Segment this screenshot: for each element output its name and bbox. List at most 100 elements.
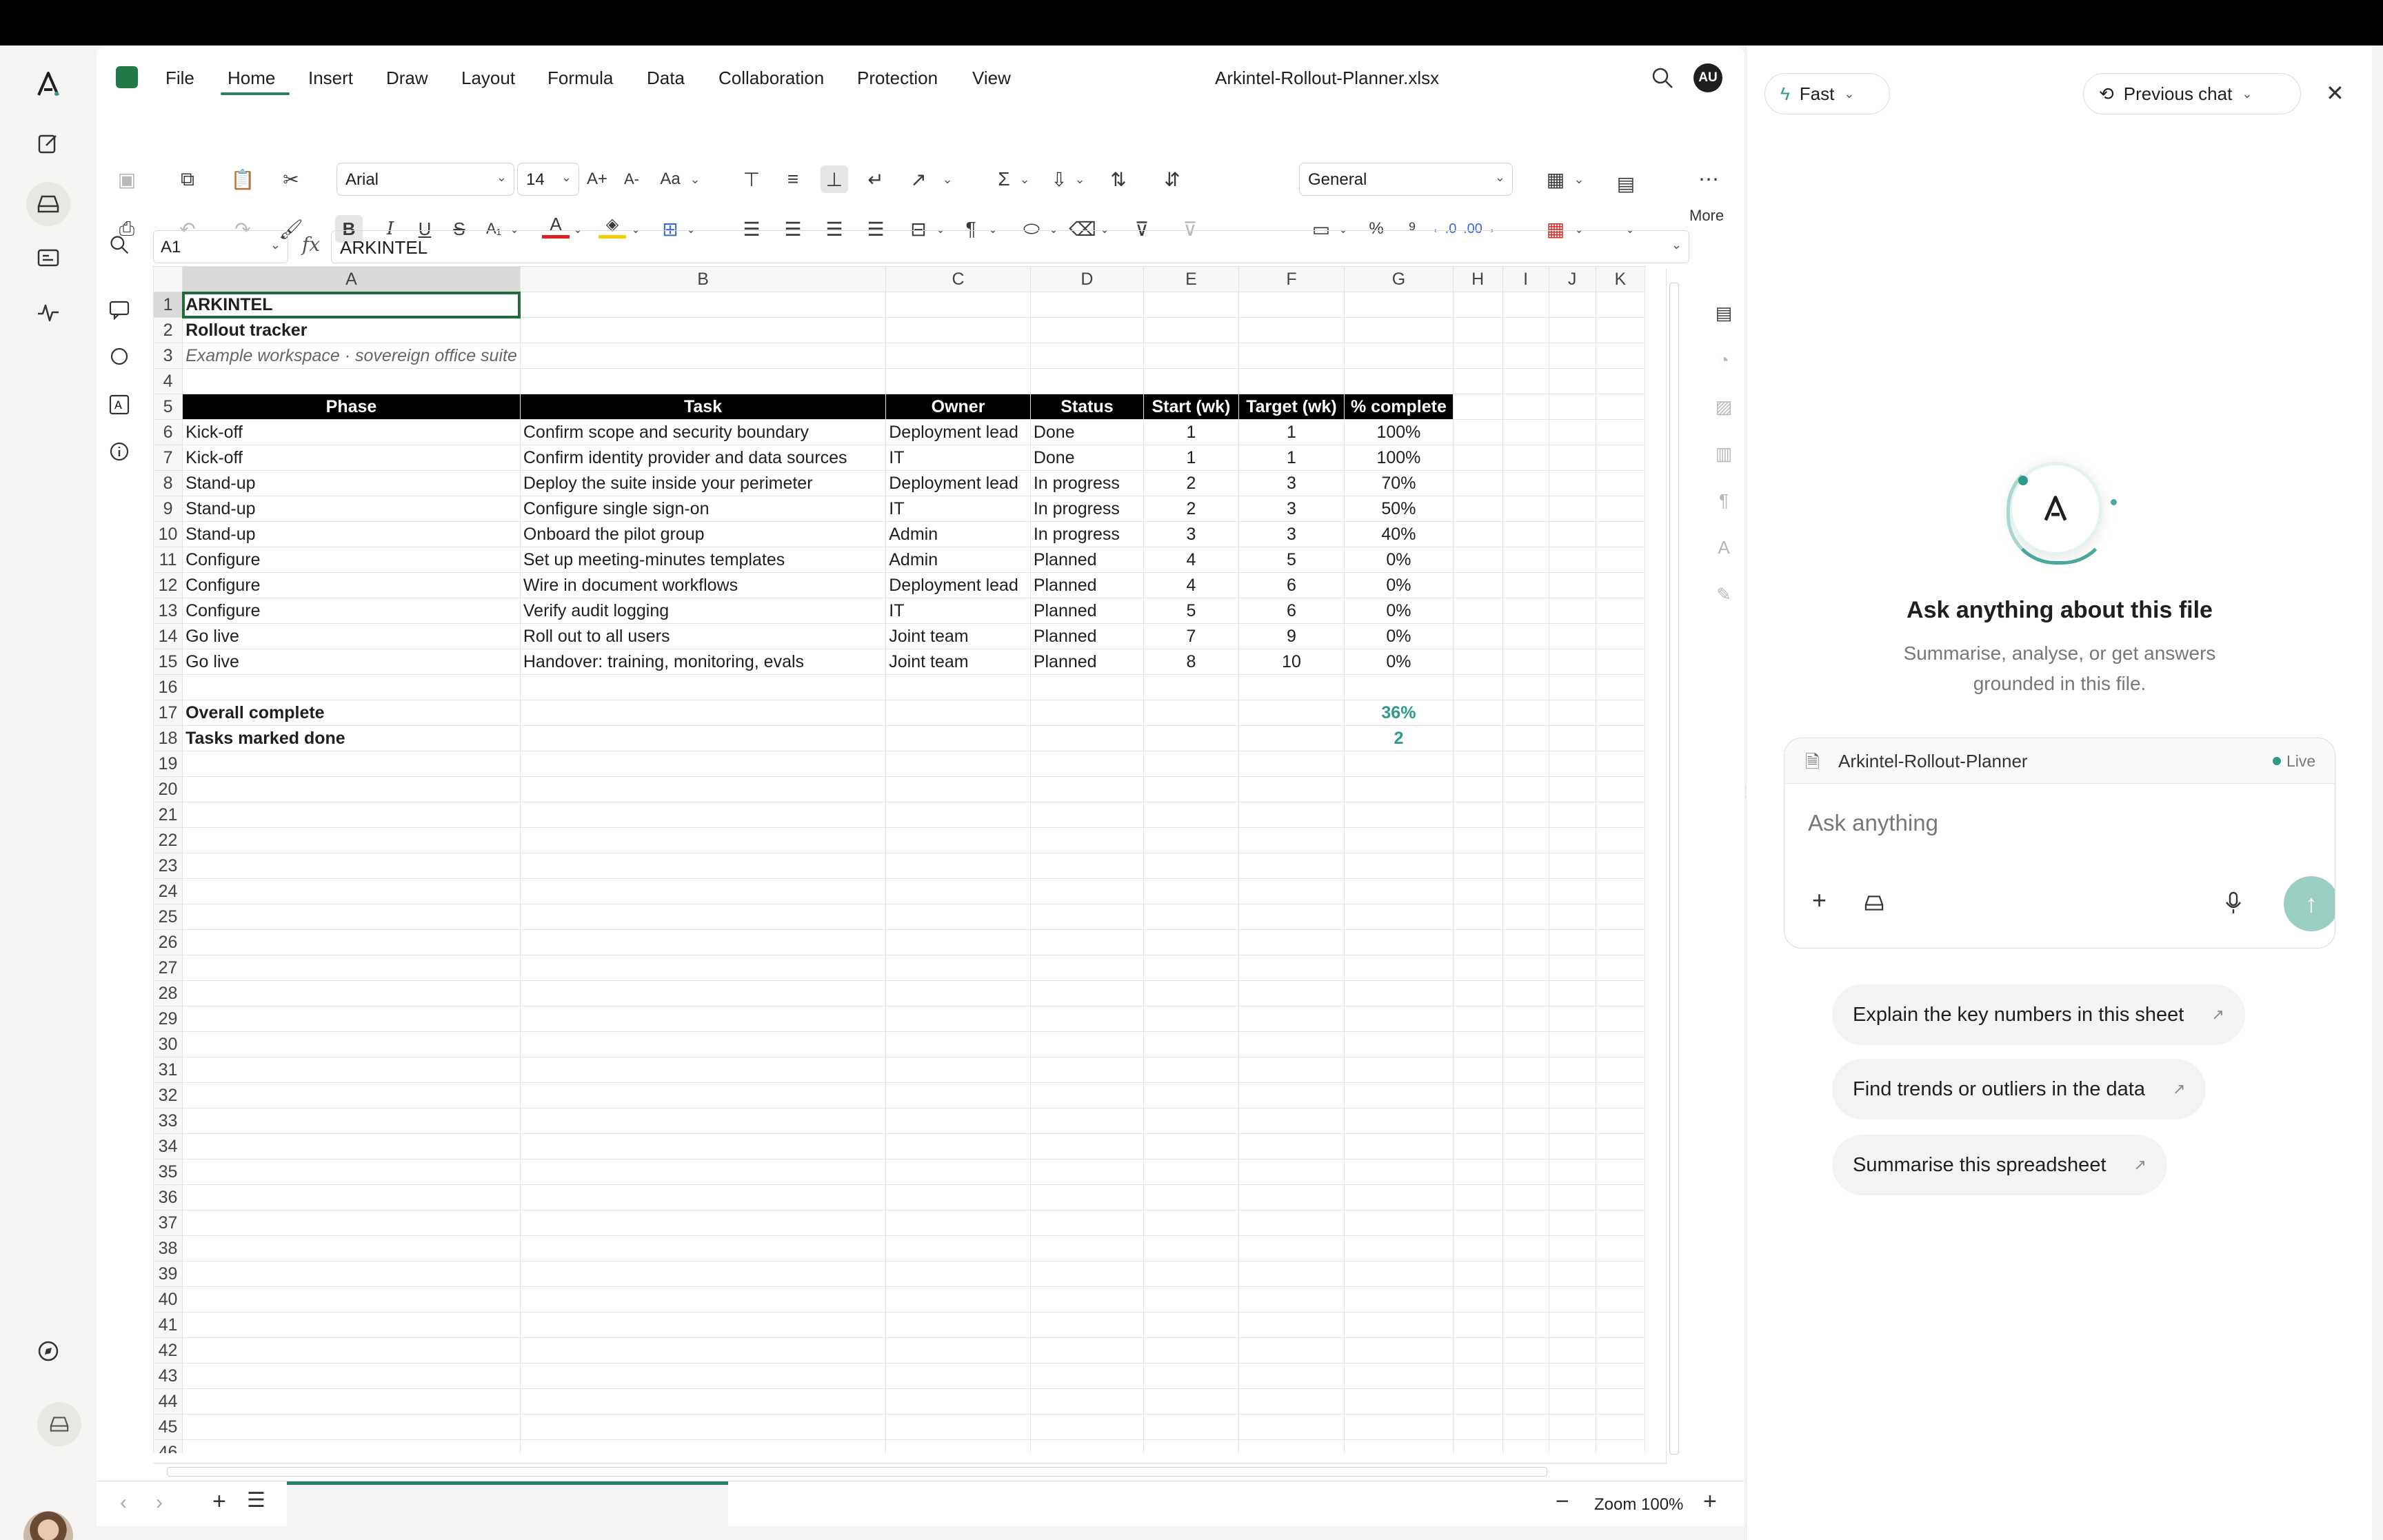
cell-k23[interactable] bbox=[1595, 853, 1645, 879]
row-header[interactable]: 28 bbox=[153, 980, 183, 1006]
row-header[interactable]: 25 bbox=[153, 904, 183, 930]
menu-home[interactable]: Home bbox=[228, 68, 275, 89]
cell-e2[interactable] bbox=[1143, 317, 1239, 343]
cell-j40[interactable] bbox=[1548, 1286, 1596, 1313]
cell-f21[interactable] bbox=[1238, 802, 1345, 828]
row-header[interactable]: 4 bbox=[153, 368, 183, 394]
row-header[interactable]: 1 bbox=[153, 292, 183, 318]
cell-e33[interactable] bbox=[1143, 1108, 1239, 1134]
cell-e29[interactable] bbox=[1143, 1006, 1239, 1032]
menu-collaboration[interactable]: Collaboration bbox=[718, 68, 824, 89]
cell-g12[interactable]: 0% bbox=[1344, 572, 1454, 598]
cell-b31[interactable] bbox=[519, 1057, 887, 1083]
cell-b10[interactable]: Onboard the pilot group bbox=[519, 521, 887, 547]
cell-j35[interactable] bbox=[1548, 1159, 1596, 1185]
cell-g17[interactable]: 36% bbox=[1344, 700, 1454, 726]
cell-g31[interactable] bbox=[1344, 1057, 1454, 1083]
cell-i41[interactable] bbox=[1502, 1312, 1549, 1338]
select-all-corner[interactable] bbox=[153, 266, 183, 292]
cell-h23[interactable] bbox=[1452, 853, 1503, 879]
cell-a18[interactable]: Tasks marked done bbox=[182, 725, 521, 751]
cell-g37[interactable] bbox=[1344, 1210, 1454, 1236]
cell-h42[interactable] bbox=[1452, 1337, 1503, 1364]
cell-h4[interactable] bbox=[1452, 368, 1503, 394]
cell-d6[interactable]: Done bbox=[1029, 419, 1145, 445]
horizontal-scroll-thumb[interactable] bbox=[167, 1467, 1547, 1477]
cell-a29[interactable] bbox=[182, 1006, 521, 1032]
cell-a40[interactable] bbox=[182, 1286, 521, 1313]
cell-h7[interactable] bbox=[1452, 445, 1503, 471]
cell-i1[interactable] bbox=[1502, 292, 1549, 318]
cell-h17[interactable] bbox=[1452, 700, 1503, 726]
cell-g46[interactable] bbox=[1344, 1439, 1454, 1453]
cell-c19[interactable] bbox=[885, 751, 1031, 777]
cell-d33[interactable] bbox=[1029, 1108, 1145, 1134]
cell-i5[interactable] bbox=[1502, 394, 1549, 420]
cell-h30[interactable] bbox=[1452, 1031, 1503, 1057]
cell-b37[interactable] bbox=[519, 1210, 887, 1236]
cell-f16[interactable] bbox=[1238, 674, 1345, 700]
cell-h44[interactable] bbox=[1452, 1388, 1503, 1415]
cell-g2[interactable] bbox=[1344, 317, 1454, 343]
text-rotation-icon[interactable]: ↗ bbox=[905, 165, 932, 193]
cell-a17[interactable]: Overall complete bbox=[182, 700, 521, 726]
cell-h26[interactable] bbox=[1452, 929, 1503, 955]
cell-a10[interactable]: Stand-up bbox=[182, 521, 521, 547]
cell-b29[interactable] bbox=[519, 1006, 887, 1032]
cell-i28[interactable] bbox=[1502, 980, 1549, 1006]
mode-selector[interactable]: ϟ Fast ⌄ bbox=[1764, 73, 1890, 114]
cell-j11[interactable] bbox=[1548, 547, 1596, 573]
spellcheck-icon[interactable]: A bbox=[109, 394, 130, 418]
cell-d12[interactable]: Planned bbox=[1029, 572, 1145, 598]
menu-file[interactable]: File bbox=[165, 68, 194, 89]
cell-g8[interactable]: 70% bbox=[1344, 470, 1454, 496]
cell-j30[interactable] bbox=[1548, 1031, 1596, 1057]
user-avatar[interactable] bbox=[23, 1511, 73, 1540]
cell-c29[interactable] bbox=[885, 1006, 1031, 1032]
cell-i18[interactable] bbox=[1502, 725, 1549, 751]
row-header[interactable]: 11 bbox=[153, 547, 183, 573]
wrap-text-icon[interactable]: ↵ bbox=[862, 165, 889, 193]
cell-d37[interactable] bbox=[1029, 1210, 1145, 1236]
cell-g44[interactable] bbox=[1344, 1388, 1454, 1415]
cell-j20[interactable] bbox=[1548, 776, 1596, 802]
cell-g4[interactable] bbox=[1344, 368, 1454, 394]
cell-h22[interactable] bbox=[1452, 827, 1503, 853]
sheet-list-icon[interactable]: ☰ bbox=[247, 1488, 265, 1512]
cell-h40[interactable] bbox=[1452, 1286, 1503, 1313]
more-icon[interactable]: ⋯ bbox=[1695, 165, 1722, 193]
cell-e8[interactable]: 2 bbox=[1143, 470, 1239, 496]
cell-j12[interactable] bbox=[1548, 572, 1596, 598]
cell-f39[interactable] bbox=[1238, 1261, 1345, 1287]
cell-h16[interactable] bbox=[1452, 674, 1503, 700]
menu-layout[interactable]: Layout bbox=[461, 68, 515, 89]
cell-a32[interactable] bbox=[182, 1082, 521, 1108]
row-header[interactable]: 13 bbox=[153, 598, 183, 624]
cell-e46[interactable] bbox=[1143, 1439, 1239, 1453]
autosum-icon[interactable]: Σ bbox=[990, 165, 1018, 193]
cell-g1[interactable] bbox=[1344, 292, 1454, 318]
cell-a15[interactable]: Go live bbox=[182, 649, 521, 675]
cell-h45[interactable] bbox=[1452, 1414, 1503, 1440]
cell-c25[interactable] bbox=[885, 904, 1031, 930]
signature-icon[interactable]: ✎ bbox=[1710, 580, 1738, 608]
cell-e27[interactable] bbox=[1143, 955, 1239, 981]
decrease-font-icon[interactable]: A- bbox=[618, 165, 645, 193]
cell-e43[interactable] bbox=[1143, 1363, 1239, 1389]
row-header[interactable]: 30 bbox=[153, 1031, 183, 1057]
cell-k41[interactable] bbox=[1595, 1312, 1645, 1338]
cell-h46[interactable] bbox=[1452, 1439, 1503, 1453]
conditional-format-icon[interactable]: ▦ bbox=[1542, 165, 1569, 193]
paragraph-icon[interactable]: ¶ bbox=[1710, 487, 1738, 514]
cell-b18[interactable] bbox=[520, 725, 887, 751]
cell-c45[interactable] bbox=[885, 1414, 1031, 1440]
cell-d15[interactable]: Planned bbox=[1029, 649, 1145, 675]
row-header[interactable]: 21 bbox=[153, 802, 183, 828]
cell-d45[interactable] bbox=[1029, 1414, 1145, 1440]
formula-input[interactable]: ARKINTEL ⌄ bbox=[331, 230, 1689, 263]
cell-e3[interactable] bbox=[1143, 343, 1239, 369]
cell-a3[interactable]: Example workspace · sovereign office sui… bbox=[182, 343, 521, 369]
cell-k34[interactable] bbox=[1595, 1133, 1645, 1159]
cell-i9[interactable] bbox=[1502, 496, 1549, 522]
cell-j41[interactable] bbox=[1548, 1312, 1596, 1338]
